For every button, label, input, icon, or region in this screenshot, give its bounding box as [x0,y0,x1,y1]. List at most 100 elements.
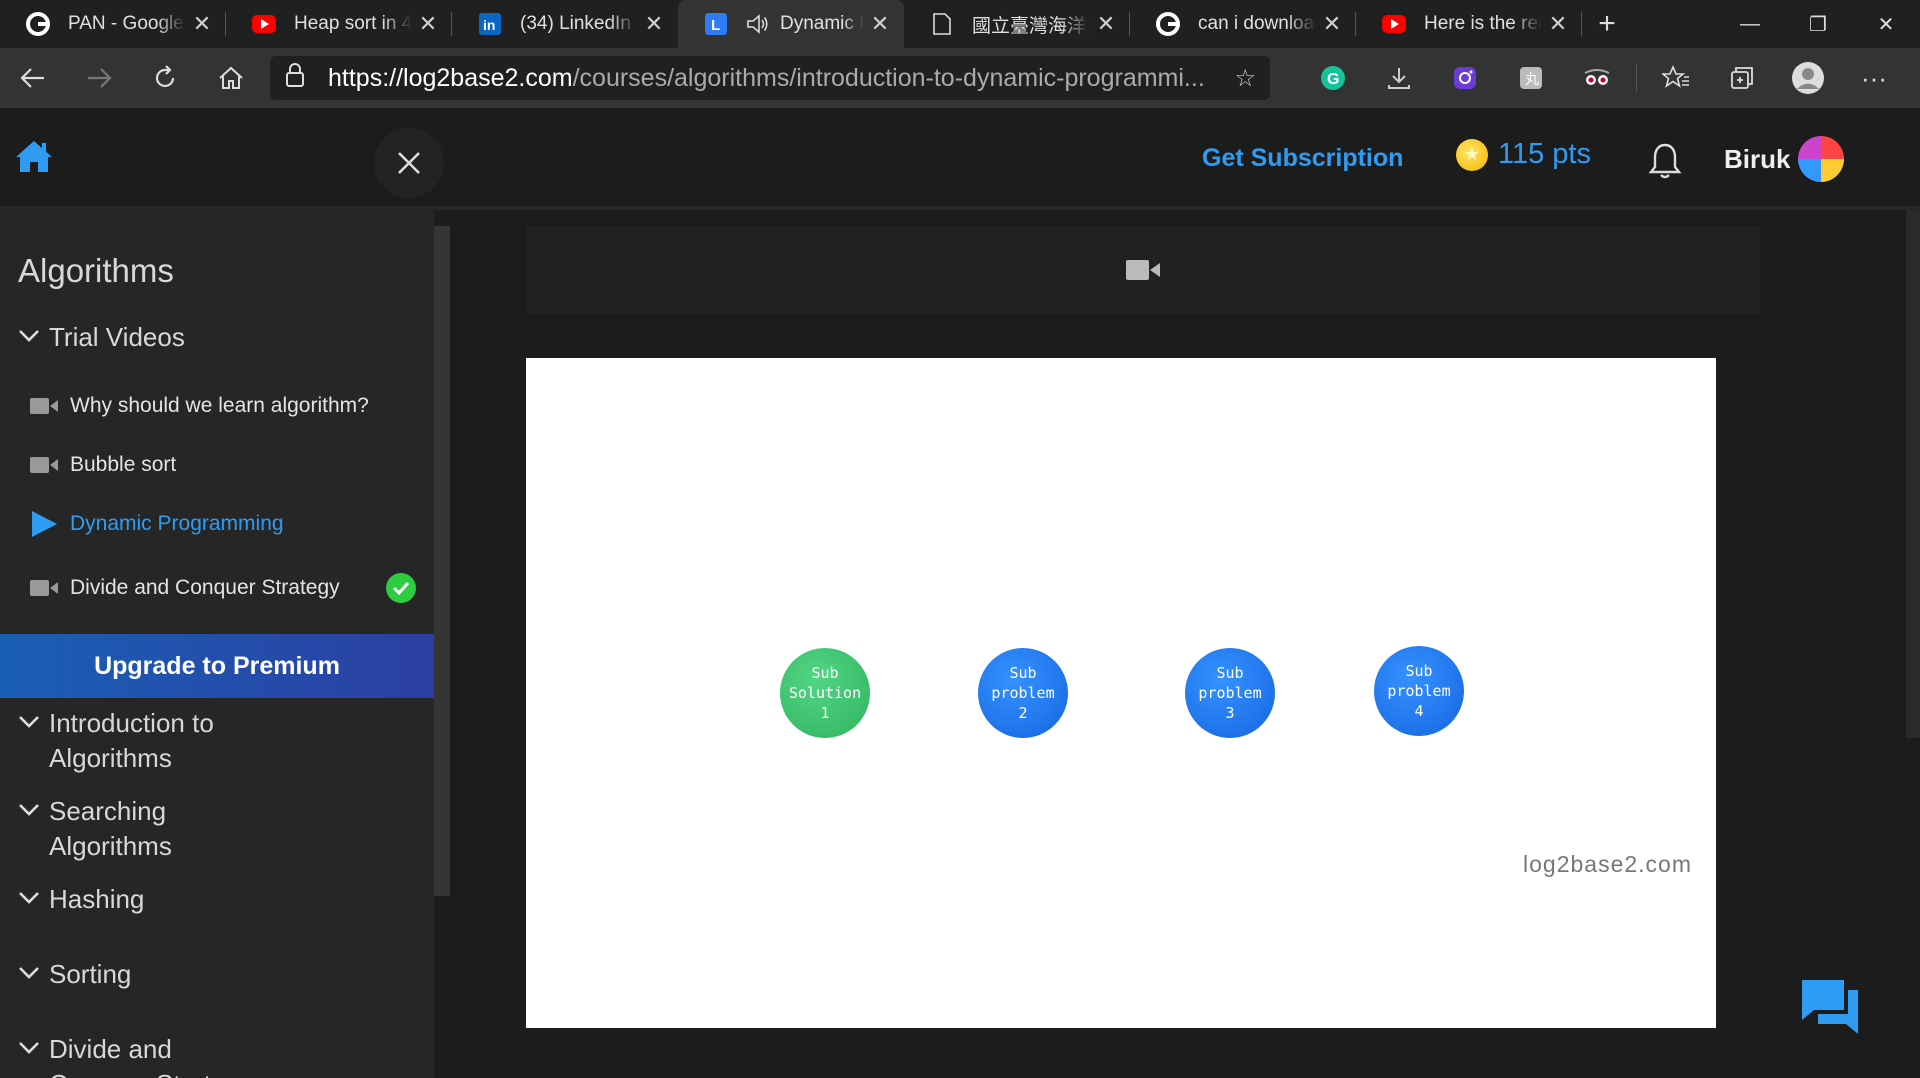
sidebar-scrollbar[interactable] [434,226,450,896]
node-label-line2: problem [1387,682,1451,700]
upgrade-to-premium-button[interactable]: Upgrade to Premium [0,634,434,698]
tab-heap-sort[interactable]: Heap sort in 4 minutes ✕ [226,0,452,48]
node-label-line1: Sub [1009,664,1037,682]
lesson-dynamic-programming[interactable]: Dynamic Programming [30,510,426,538]
lesson-slide[interactable]: Sub Solution 1 Sub problem 2 Sub problem 3 Sub… [526,358,1716,1028]
chat-support-icon[interactable] [1800,978,1860,1036]
tab-here-is-the-reason[interactable]: Here is the reason ✕ [1356,0,1582,48]
course-title: Algorithms [18,252,174,289]
lock-icon[interactable] [284,62,314,94]
screen-capture-icon[interactable] [1432,48,1498,108]
node-label-line3: 2 [1018,704,1028,722]
section-label: Hashing [49,884,145,914]
avatar [1798,136,1845,182]
lesson-divide-and-conquer[interactable]: Divide and Conquer Strategy [30,573,426,603]
chevron-down-icon [19,804,39,816]
speaker-icon[interactable] [746,12,770,36]
video-tab-bar[interactable] [526,226,1760,314]
chevron-down-icon [19,1042,39,1054]
browser-toolbar: https://log2base2.com/courses/algorithms… [0,48,1920,108]
section-hashing[interactable]: Hashing [18,882,144,917]
tab-title: Dynamic Programming [780,13,864,34]
close-window-icon[interactable]: ✕ [1852,0,1920,48]
chevron-down-icon [19,716,39,728]
node-label-line3: 3 [1225,704,1235,722]
close-icon[interactable]: ✕ [1548,11,1568,37]
collections-icon[interactable] [1709,48,1775,108]
translate-extension-icon[interactable]: 丸 [1498,48,1564,108]
close-sidebar-button[interactable] [374,128,444,198]
close-icon[interactable]: ✕ [1322,11,1342,37]
back-icon[interactable] [0,48,66,108]
video-camera-icon [1126,260,1160,280]
node-label-line1: Sub [1405,662,1433,680]
username: Biruk [1724,143,1791,174]
section-introduction-to-algorithms[interactable]: Introduction to Algorithms [18,706,214,776]
section-searching-algorithms[interactable]: Searching Algorithms [18,794,172,864]
minimize-icon[interactable]: — [1716,0,1784,48]
grammarly-icon[interactable]: G [1300,48,1366,108]
lesson-why-learn-algorithm[interactable]: Why should we learn algorithm? [30,394,426,418]
close-icon[interactable]: ✕ [870,11,890,37]
section-label-line1: Divide and [49,1034,172,1064]
user-menu[interactable]: Biruk [1724,136,1845,182]
video-camera-icon [30,457,58,473]
address-field[interactable]: https://log2base2.com/courses/algorithms… [270,56,1270,100]
section-label: Sorting [49,959,132,989]
course-sidebar: Algorithms Trial Videos Why should we le… [0,210,434,1078]
sub-problem-node: Sub problem 2 [978,648,1068,738]
favorite-star-icon[interactable]: ☆ [1234,64,1256,93]
coin-icon: ★ [1456,138,1488,171]
close-icon[interactable]: ✕ [644,11,664,37]
section-sorting[interactable]: Sorting [18,957,131,992]
node-label: Sub problem 3 [1198,663,1261,723]
close-icon[interactable]: ✕ [1096,11,1116,37]
tab-title: PAN - Google Search [68,13,186,34]
node-label-line3: 1 [820,704,830,722]
sub-solution-node: Sub Solution 1 [780,648,870,738]
tab-pan-google[interactable]: PAN - Google Search ✕ [0,0,226,48]
browser-tab-bar: PAN - Google Search ✕ Heap sort in 4 min… [0,0,1920,48]
points-display[interactable]: ★ 115 pts [1456,138,1591,171]
section-label: Introduction to Algorithms [49,706,214,776]
home-icon[interactable] [14,138,54,174]
section-label: Trial Videos [49,322,185,352]
section-label: Searching Algorithms [49,794,172,864]
tab-linkedin[interactable]: in (34) LinkedIn ✕ [452,0,678,48]
bell-icon[interactable] [1648,142,1682,180]
new-tab-button[interactable]: + [1582,0,1632,48]
play-icon [32,511,57,537]
forward-icon[interactable] [66,48,132,108]
page-scrollbar[interactable] [1906,210,1920,738]
lesson-label: Divide and Conquer Strategy [70,576,340,599]
section-label-line2: Conquer Strategy [49,1069,253,1078]
document-icon [930,12,954,36]
node-label-line2: problem [991,684,1055,702]
privacy-extension-icon[interactable] [1564,48,1630,108]
tab-can-i-download[interactable]: can i download ✕ [1130,0,1356,48]
youtube-icon [1382,12,1406,36]
tab-dynamic-programming[interactable]: L Dynamic Programming ✕ [678,0,904,48]
tab-ntou[interactable]: 國立臺灣海洋大學 ✕ [904,0,1130,48]
refresh-icon[interactable] [132,48,198,108]
section-label-line2: Algorithms [49,743,172,773]
profile-icon[interactable] [1775,48,1841,108]
download-icon[interactable] [1366,48,1432,108]
youtube-icon [252,12,276,36]
home-browser-icon[interactable] [198,48,264,108]
favorites-icon[interactable] [1643,48,1709,108]
lesson-label: Dynamic Programming [70,512,284,535]
close-icon[interactable]: ✕ [418,11,438,37]
restore-icon[interactable]: ❐ [1784,0,1852,48]
close-icon[interactable]: ✕ [192,11,212,37]
tab-title: can i download [1198,13,1316,34]
section-divide-and-conquer[interactable]: Divide and Conquer Strategy [18,1032,253,1078]
sub-problem-node: Sub problem 3 [1185,648,1275,738]
node-label: Sub Solution 1 [789,663,861,723]
get-subscription-link[interactable]: Get Subscription [1202,144,1403,173]
svg-text:in: in [483,17,495,33]
more-options-icon[interactable]: ··· [1841,48,1907,108]
google-icon [26,12,50,36]
section-trial-videos[interactable]: Trial Videos [18,320,185,355]
lesson-bubble-sort[interactable]: Bubble sort [30,453,426,477]
